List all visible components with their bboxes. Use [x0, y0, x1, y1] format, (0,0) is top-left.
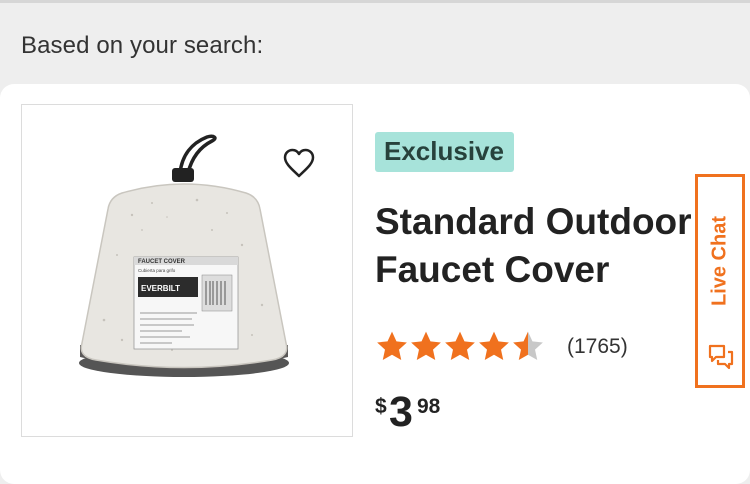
product-title-line1: Standard Outdoor: [375, 201, 692, 242]
price-dollars: 3: [389, 388, 413, 436]
package-text-subtitle: Cubierta para grifo: [138, 268, 176, 273]
rating-count[interactable]: (1765): [567, 335, 628, 359]
rating-star-icon: [513, 331, 543, 361]
package-text-title: FAUCET COVER: [138, 259, 186, 265]
rating-star-icon: [479, 331, 509, 361]
price-currency: $: [375, 395, 387, 418]
product-title-line2: Faucet Cover: [375, 249, 610, 290]
chat-bubbles-icon: [708, 344, 734, 370]
section-heading: Based on your search:: [21, 32, 264, 59]
product-title[interactable]: Standard Outdoor Faucet Cover: [375, 198, 750, 294]
price-cents: 98: [417, 395, 441, 418]
heart-icon: [283, 148, 315, 178]
rating-star-icon: [445, 331, 475, 361]
favorite-button[interactable]: [280, 145, 318, 181]
rating-star-icon: [411, 331, 441, 361]
top-divider: [0, 0, 750, 3]
package-brand: EVERBILT: [141, 284, 180, 293]
rating-stars[interactable]: [375, 330, 545, 362]
live-chat-label: Live Chat: [708, 215, 731, 307]
product-image-frame[interactable]: FAUCET COVER Cubierta para grifo EVERBIL…: [21, 104, 353, 437]
rating-star-icon: [377, 331, 407, 361]
exclusive-badge: Exclusive: [375, 132, 514, 172]
live-chat-button[interactable]: Live Chat: [695, 174, 745, 388]
